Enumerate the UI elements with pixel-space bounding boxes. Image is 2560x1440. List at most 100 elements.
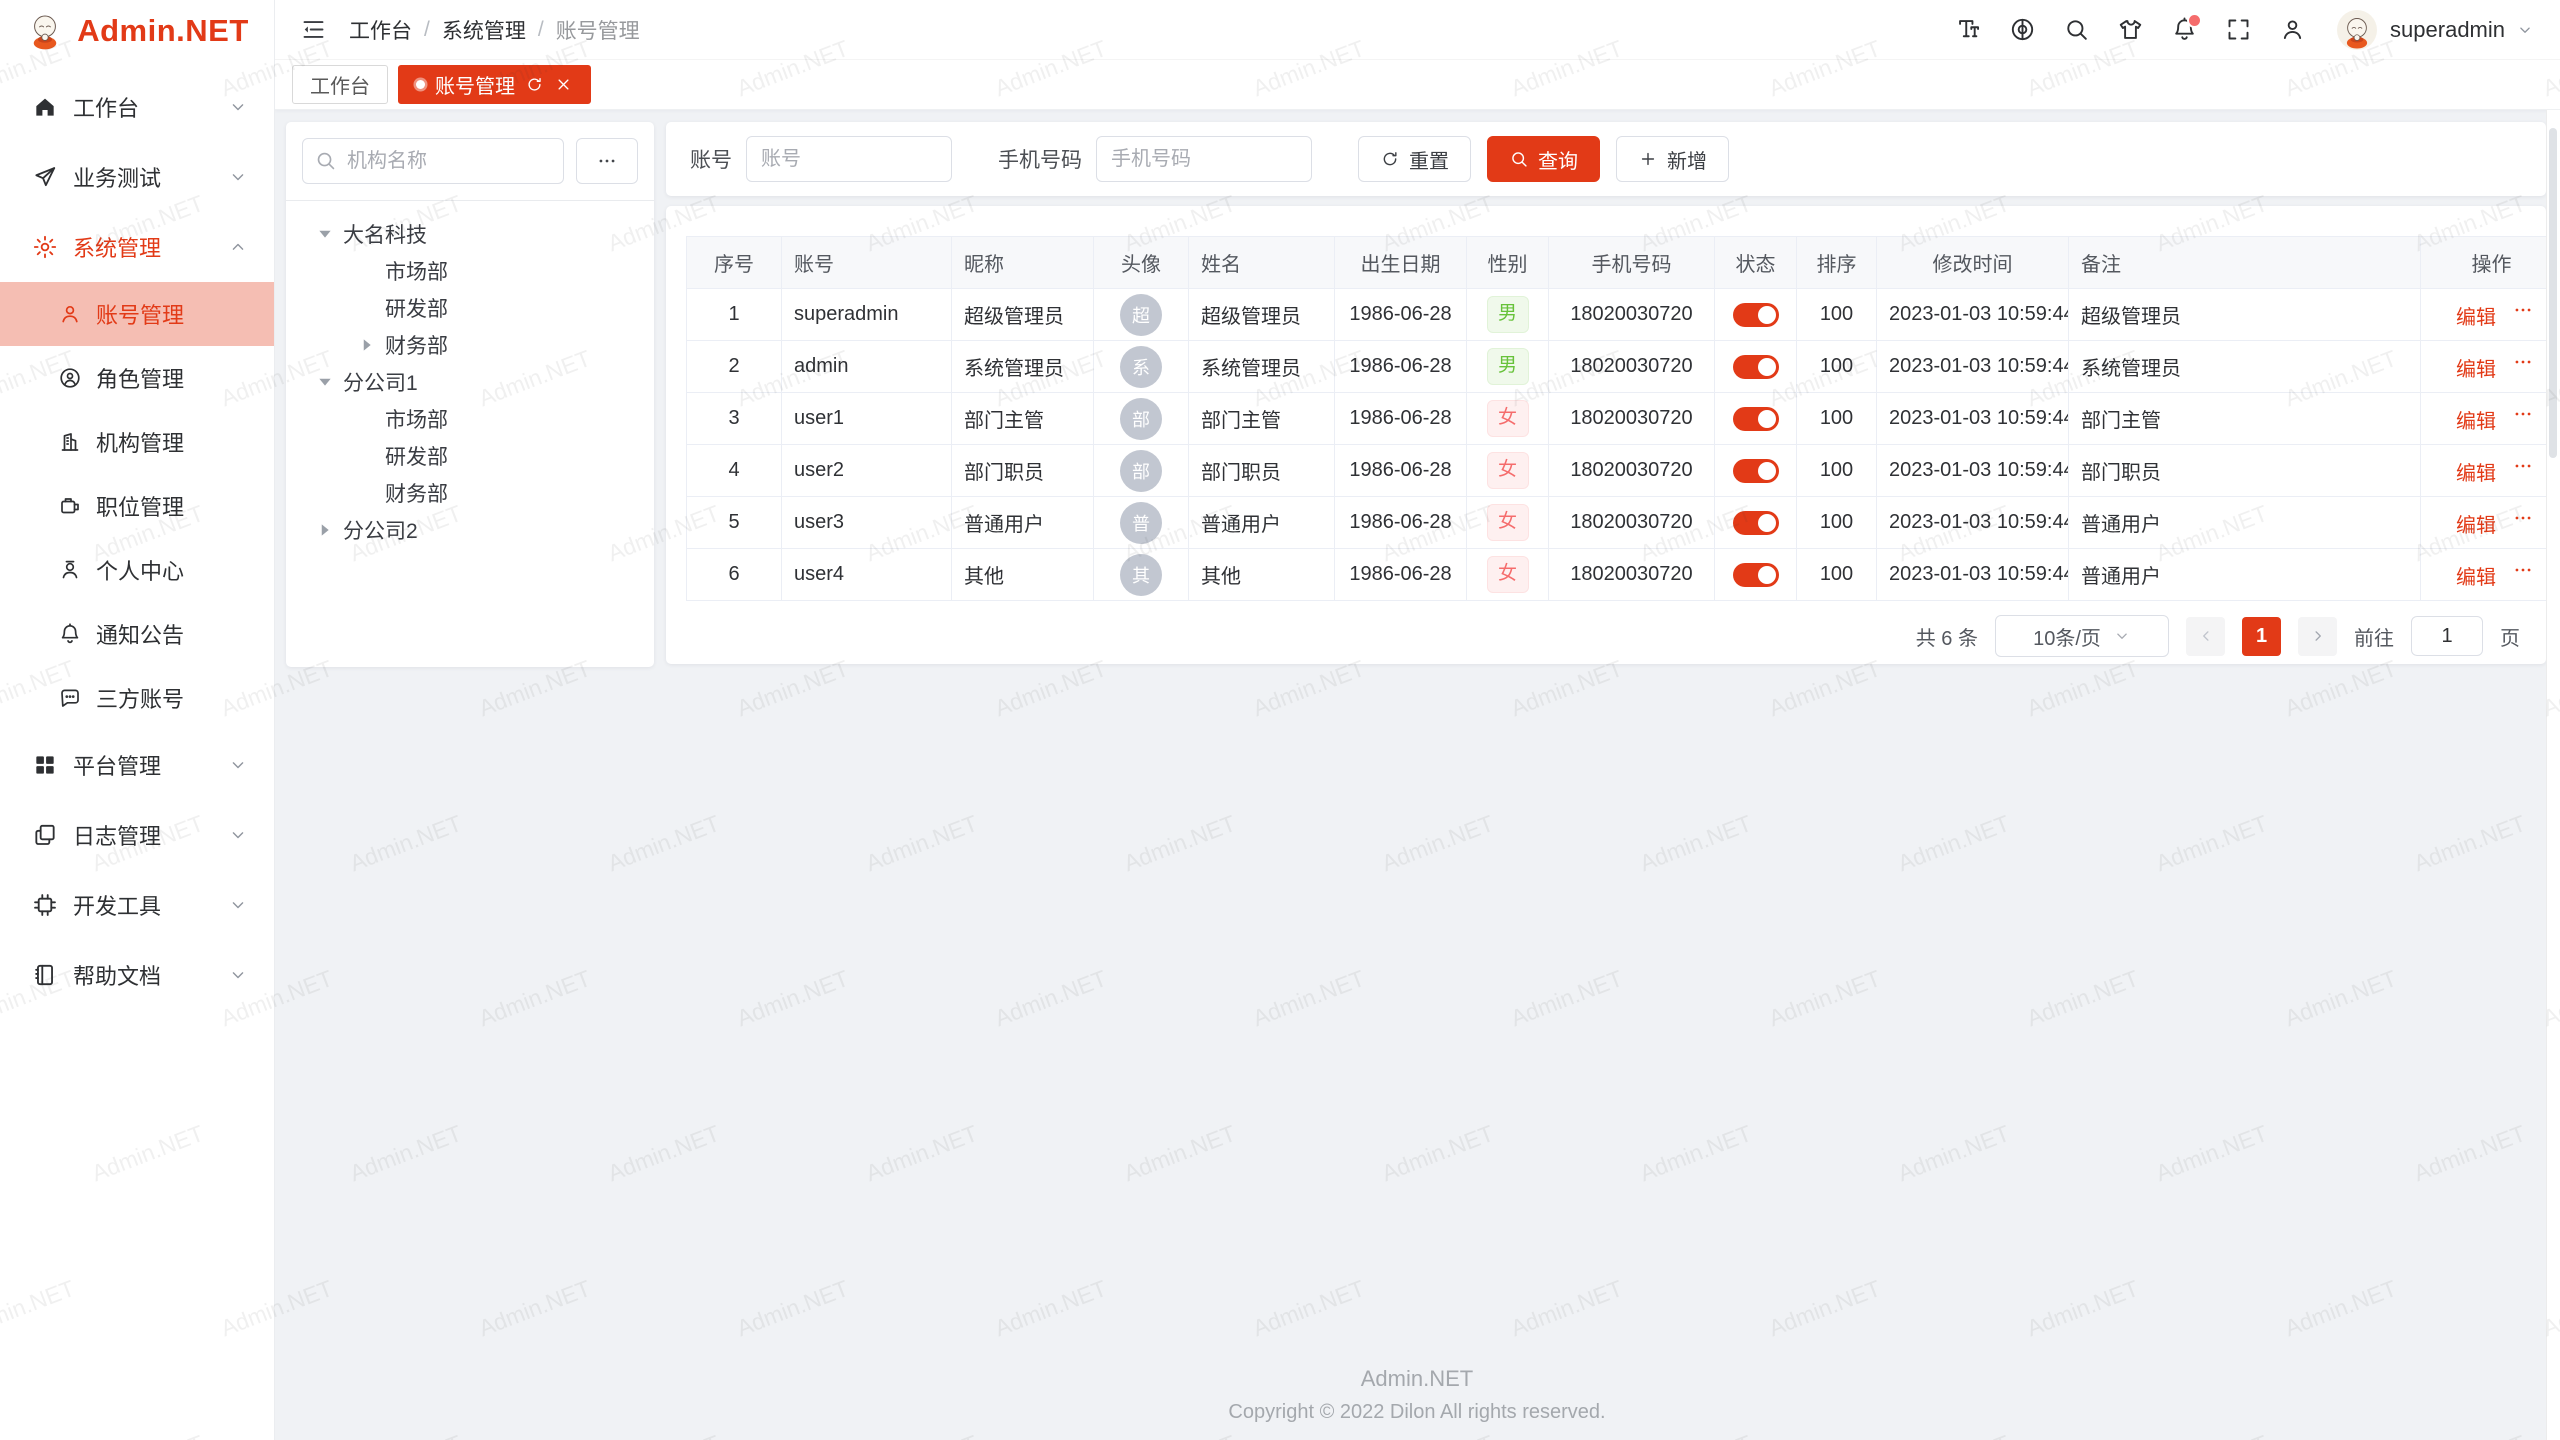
status-toggle[interactable] — [1733, 511, 1779, 535]
sidebar-item-personal-center[interactable]: 个人中心 — [0, 538, 274, 602]
ellipsis-icon — [596, 150, 618, 172]
row-more-button[interactable] — [2512, 559, 2534, 581]
footer-copyright: Copyright © 2022 Dilon All rights reserv… — [274, 1401, 2560, 1424]
status-toggle[interactable] — [1733, 459, 1779, 483]
edit-button[interactable]: 编辑 — [2449, 353, 2496, 382]
row-more-button[interactable] — [2512, 455, 2534, 477]
status-toggle[interactable] — [1733, 407, 1779, 431]
chevron-down-icon — [228, 895, 248, 915]
username[interactable]: superadmin — [2390, 17, 2505, 43]
current-page-button[interactable]: 1 — [2242, 617, 2281, 656]
edit-button[interactable]: 编辑 — [2449, 509, 2496, 538]
tree-node[interactable]: 财务部 — [302, 326, 638, 363]
sidebar-item-position-management[interactable]: 职位管理 — [0, 474, 274, 538]
tree-node[interactable]: 市场部 — [302, 400, 638, 437]
notification-bell-icon[interactable] — [2171, 16, 2198, 43]
sidebar-item-account-management[interactable]: 账号管理 — [0, 282, 274, 346]
tab-account-management[interactable]: 账号管理 — [398, 65, 591, 104]
refresh-icon[interactable] — [525, 75, 544, 94]
chevron-down-icon — [228, 965, 248, 985]
tree-node[interactable]: 分公司2 — [302, 511, 638, 548]
badge-icon — [58, 494, 82, 518]
sidebar-item-business-test[interactable]: 业务测试 — [0, 142, 274, 212]
sidebar-menu: 工作台业务测试系统管理账号管理角色管理机构管理职位管理个人中心通知公告三方账号平… — [0, 62, 274, 1010]
notebook-icon — [32, 962, 58, 988]
tree-node[interactable]: 研发部 — [302, 289, 638, 326]
phone-input[interactable] — [1096, 136, 1312, 182]
add-button[interactable]: 新增 — [1616, 136, 1729, 182]
column-header: 账号 — [782, 237, 952, 289]
caret-right-icon[interactable] — [312, 517, 338, 543]
tab-workbench[interactable]: 工作台 — [292, 65, 388, 104]
app-logo[interactable]: Admin.NET — [0, 0, 274, 62]
page-footer: Admin.NET Copyright © 2022 Dilon All rig… — [274, 1366, 2560, 1424]
page-size-select[interactable]: 10条/页 — [1995, 615, 2169, 657]
active-tab-dot — [416, 80, 425, 89]
tree-node[interactable]: 大名科技 — [302, 215, 638, 252]
tree-more-button[interactable] — [576, 138, 638, 184]
search-button[interactable]: 查询 — [1487, 136, 1600, 182]
caret-placeholder — [354, 443, 380, 469]
profile-icon[interactable] — [2279, 16, 2306, 43]
sidebar-item-notice[interactable]: 通知公告 — [0, 602, 274, 666]
status-toggle[interactable] — [1733, 563, 1779, 587]
caret-down-icon[interactable] — [312, 369, 338, 395]
sidebar-item-dev-tools[interactable]: 开发工具 — [0, 870, 274, 940]
edit-button[interactable]: 编辑 — [2449, 301, 2496, 330]
org-search-input[interactable] — [302, 138, 564, 184]
edit-button[interactable]: 编辑 — [2449, 457, 2496, 486]
footer-title: Admin.NET — [274, 1366, 2560, 1392]
sidebar-item-workbench[interactable]: 工作台 — [0, 72, 274, 142]
sidebar-item-third-party-account[interactable]: 三方账号 — [0, 666, 274, 730]
status-toggle[interactable] — [1733, 355, 1779, 379]
chevron-down-icon[interactable] — [2516, 21, 2534, 39]
org-search-field — [302, 138, 564, 184]
tree-node[interactable]: 财务部 — [302, 474, 638, 511]
sidebar-item-platform-management[interactable]: 平台管理 — [0, 730, 274, 800]
status-toggle[interactable] — [1733, 303, 1779, 327]
sidebar-item-help-docs[interactable]: 帮助文档 — [0, 940, 274, 1010]
sidebar-item-system-management[interactable]: 系统管理 — [0, 212, 274, 282]
grid-icon — [32, 752, 58, 778]
language-icon[interactable] — [2009, 16, 2036, 43]
user-avatar[interactable] — [2337, 10, 2377, 50]
account-input[interactable] — [746, 136, 952, 182]
search-icon[interactable] — [2063, 16, 2090, 43]
reset-button[interactable]: 重置 — [1358, 136, 1471, 182]
row-avatar: 超 — [1120, 294, 1162, 336]
sidebar-item-log-management[interactable]: 日志管理 — [0, 800, 274, 870]
breadcrumb-item-2[interactable]: 系统管理 — [442, 15, 526, 45]
column-header: 性别 — [1467, 237, 1549, 289]
theme-icon[interactable] — [2117, 16, 2144, 43]
column-header: 排序 — [1797, 237, 1877, 289]
close-icon[interactable] — [554, 75, 573, 94]
prev-page-button[interactable] — [2186, 617, 2225, 656]
edit-button[interactable]: 编辑 — [2449, 561, 2496, 590]
font-size-icon[interactable] — [1955, 16, 1982, 43]
column-header: 操作 — [2421, 237, 2560, 289]
tree-node[interactable]: 研发部 — [302, 437, 638, 474]
pagination: 共 6 条 10条/页 1 前往 页 — [686, 615, 2526, 657]
next-page-button[interactable] — [2298, 617, 2337, 656]
row-more-button[interactable] — [2512, 351, 2534, 373]
sidebar-item-org-management[interactable]: 机构管理 — [0, 410, 274, 474]
goto-page-input[interactable] — [2411, 616, 2483, 656]
accounts-table: 序号账号昵称头像姓名出生日期性别手机号码状态排序修改时间备注操作1superad… — [686, 236, 2560, 601]
cpu-icon — [32, 892, 58, 918]
caret-right-icon[interactable] — [354, 332, 380, 358]
caret-down-icon[interactable] — [312, 221, 338, 247]
scrollbar[interactable] — [2546, 110, 2560, 1440]
tree-node[interactable]: 市场部 — [302, 252, 638, 289]
edit-button[interactable]: 编辑 — [2449, 405, 2496, 434]
row-more-button[interactable] — [2512, 299, 2534, 321]
row-more-button[interactable] — [2512, 507, 2534, 529]
tree-node[interactable]: 分公司1 — [302, 363, 638, 400]
breadcrumb-item-1[interactable]: 工作台 — [349, 15, 412, 45]
scrollbar-thumb[interactable] — [2549, 128, 2557, 458]
sidebar-item-role-management[interactable]: 角色管理 — [0, 346, 274, 410]
row-more-button[interactable] — [2512, 403, 2534, 425]
menu-fold-icon[interactable] — [300, 16, 327, 43]
breadcrumb-separator: / — [424, 18, 430, 42]
building-icon — [58, 430, 82, 454]
fullscreen-icon[interactable] — [2225, 16, 2252, 43]
